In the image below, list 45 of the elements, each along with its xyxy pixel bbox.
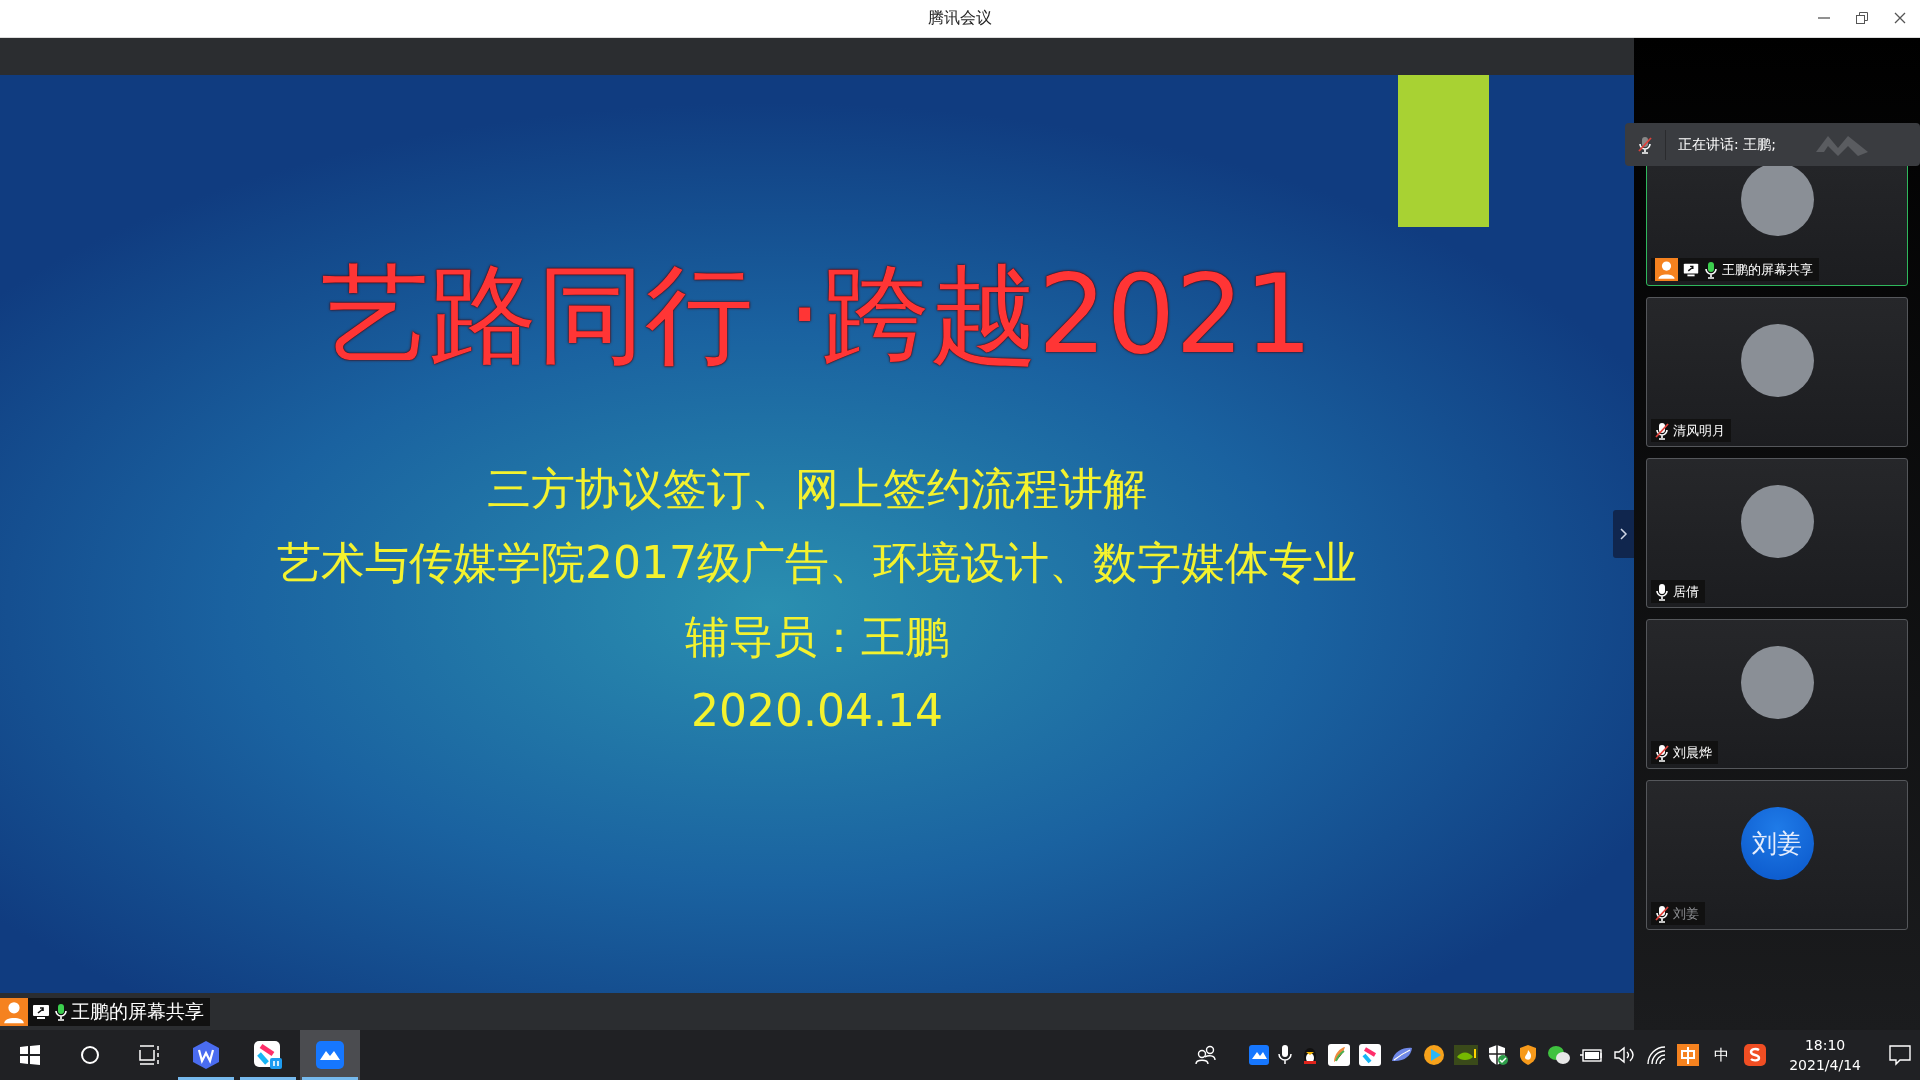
office-logo-icon xyxy=(191,1040,221,1070)
windows-logo-icon xyxy=(20,1045,40,1065)
flame-shield-icon[interactable] xyxy=(1518,1044,1539,1066)
slide-text: 2020.04.14 xyxy=(691,684,943,738)
paint-app-icon[interactable] xyxy=(1328,1044,1351,1066)
battery-icon xyxy=(1580,1047,1605,1063)
meeting-logo-icon xyxy=(315,1040,345,1070)
chat-app-icon[interactable] xyxy=(1547,1044,1572,1066)
task-view-icon xyxy=(139,1045,161,1065)
people-icon[interactable] xyxy=(1195,1045,1218,1065)
collapse-panel-button[interactable] xyxy=(1613,510,1634,558)
video-logo-icon xyxy=(253,1040,283,1070)
slide-title: 艺路同行 ·跨越2021 xyxy=(321,251,1313,379)
sharer-name: 王鹏的屏幕共享 xyxy=(71,998,204,1024)
window-title: 腾讯会议 xyxy=(928,8,992,29)
participant-name: 刘晨烨 xyxy=(1673,743,1712,762)
participant-tile[interactable]: 刘晨烨 xyxy=(1646,619,1908,769)
slide-text: 辅导员：王鹏 xyxy=(685,610,949,664)
chevron-right-icon xyxy=(1619,528,1628,540)
participant-name: 刘姜 xyxy=(1673,904,1699,923)
shield-icon[interactable] xyxy=(1487,1044,1510,1066)
meeting-app-icon[interactable] xyxy=(300,1030,360,1080)
microphone-tray-icon[interactable] xyxy=(1278,1044,1293,1066)
notification-icon[interactable] xyxy=(1888,1044,1912,1066)
slide-text: 艺术与传媒学院2017级广告、环境设计、数字媒体专业 xyxy=(277,536,1357,590)
close-icon xyxy=(1893,11,1907,25)
participant-name: 王鹏的屏幕共享 xyxy=(1722,260,1813,279)
participant-name: 清风明月 xyxy=(1673,421,1725,440)
clock[interactable]: 18:10 2021/4/14 xyxy=(1789,1035,1861,1075)
graphics-icon[interactable] xyxy=(1454,1045,1479,1065)
slide-text: 三方协议签订、网上签约流程讲解 xyxy=(487,462,1147,516)
meeting-tray-icon[interactable] xyxy=(1249,1045,1270,1065)
input-language-indicator[interactable]: 中 xyxy=(1714,1045,1730,1065)
circle-icon xyxy=(80,1045,100,1065)
host-person-icon xyxy=(1655,258,1678,281)
participant-tile[interactable]: 居倩 xyxy=(1646,458,1908,608)
muted-microphone-icon xyxy=(1638,135,1652,154)
restore-icon xyxy=(1855,11,1869,25)
video-tray-icon[interactable] xyxy=(1359,1044,1382,1066)
input-method-icon[interactable] xyxy=(1677,1044,1700,1066)
speaking-text: 正在讲话: 王鹏; xyxy=(1678,135,1776,154)
play-icon[interactable] xyxy=(1423,1044,1446,1066)
participant-name: 居倩 xyxy=(1673,582,1699,601)
participant-tile[interactable]: 清风明月 xyxy=(1646,297,1908,447)
initials-avatar: 刘姜 xyxy=(1740,807,1814,880)
